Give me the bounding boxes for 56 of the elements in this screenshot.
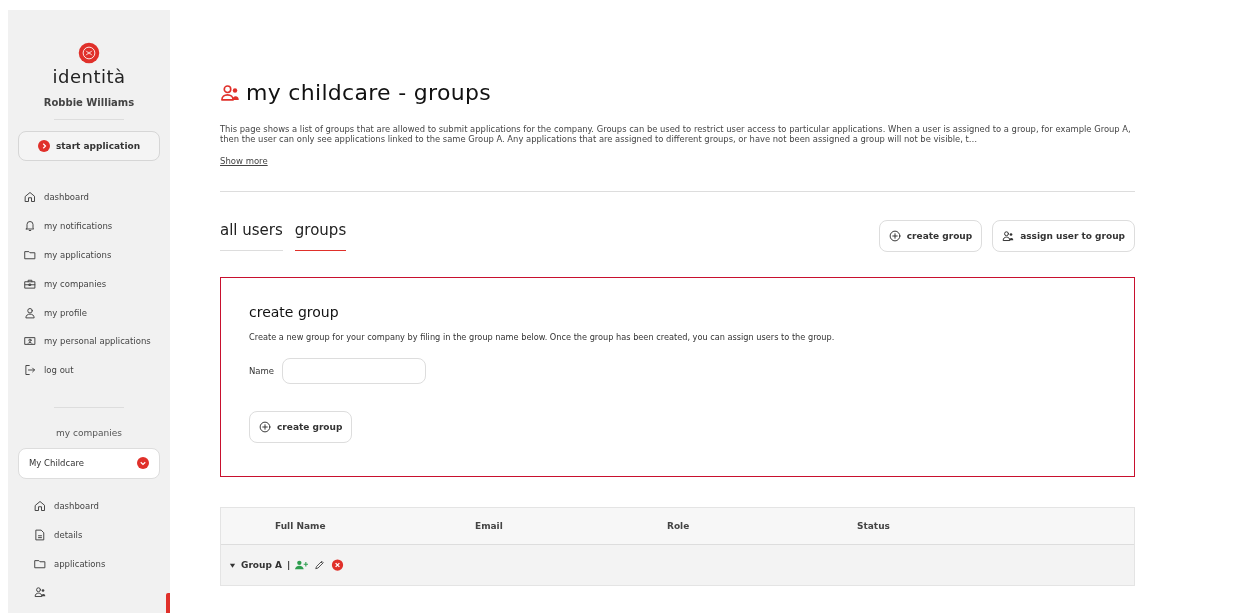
home-icon [24,191,36,204]
users-icon [34,586,46,599]
nav-link[interactable]: my applications [8,240,170,270]
add-user-icon [295,559,309,571]
description: This page shows a list of groups that are allowed to submit applications for the company. Groups can be used to restrict user access to particular applications. When a user is assigned to a group, for example Group A, then the user can only see applications linked to the same Group A. Any applications that are assigned to different groups, or have not been assigned a group will not be visible, t… [220,124,1132,144]
id-card-icon [24,335,36,348]
column-header: Full Name [275,521,327,531]
select-value: My Childcare [29,458,84,469]
nav-link[interactable]: my notifications [8,211,170,241]
section-heading: my companies [55,427,123,438]
dropdown-icon [137,457,149,470]
nav-link[interactable]: my personal applications [8,327,170,356]
document-icon [34,528,46,541]
briefcase-icon [24,277,36,290]
page-title: my childcare - groups [246,80,491,105]
brand-name: identità [52,66,126,87]
person-icon [24,306,36,319]
nav-link[interactable]: details [8,520,170,550]
company-select[interactable]: My Childcare [18,447,160,479]
nav-link[interactable]: dashboard [8,491,170,521]
logo-icon [78,42,100,64]
create-group-button[interactable]: create group [249,411,353,443]
bell-icon [24,220,36,233]
logout-icon [24,364,36,377]
separator: | [286,560,291,570]
panel-text: Create a new group for your company by filing in the group name below. Once the group has been created, you can assign users to the group. [249,332,835,342]
caret-icon[interactable] [229,561,236,569]
column-header: Email [475,521,504,531]
folder-icon [34,557,46,570]
tab[interactable]: groups [294,221,347,251]
column-header: Role [667,521,691,531]
start-application-button[interactable]: start application [18,131,160,161]
users-icon [1002,230,1015,242]
nav-link[interactable]: applications [8,549,170,578]
delete-icon [331,559,345,571]
add-icon [888,230,901,242]
home-icon [34,499,46,512]
nav-link[interactable]: dashboard [8,183,170,212]
tab[interactable]: all users [220,221,283,251]
group-name: Group A [241,560,282,570]
nav-link[interactable]: log out [8,355,170,385]
field-label: Name [249,366,275,376]
add-icon [259,421,271,433]
users-icon [220,82,240,103]
pencil-icon [313,559,327,571]
column-header: Status [857,521,891,531]
name-input[interactable] [282,358,427,384]
folder-icon [24,249,36,261]
create-group-button[interactable]: create group [878,220,983,252]
show-more-link[interactable]: Show more [220,156,268,166]
chevron-icon [37,140,50,152]
nav-link[interactable]: my companies [8,269,170,299]
nav-link[interactable]: my profile [8,298,170,327]
assign-button[interactable]: assign user to group [992,220,1135,252]
user-name: Robbie Williams [42,97,136,108]
panel-title: create group [249,304,339,320]
